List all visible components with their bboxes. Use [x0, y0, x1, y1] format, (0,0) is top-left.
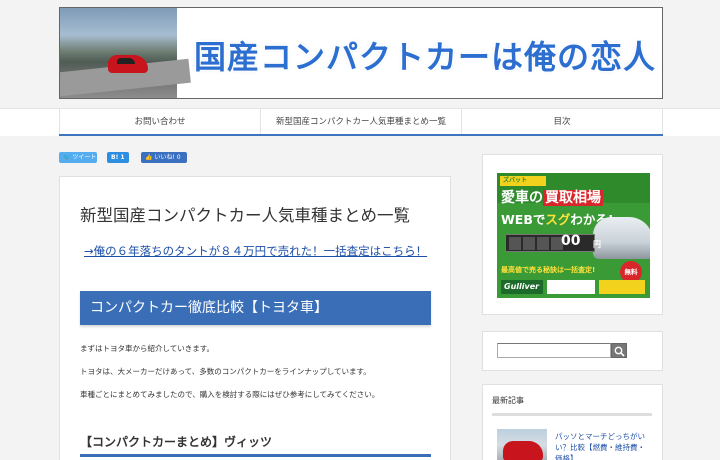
twitter-share-label: ツイート — [72, 154, 97, 161]
facebook-like-count: 0 — [176, 154, 181, 161]
recent-posts-heading: 最新記事 — [492, 395, 652, 416]
search-widget — [482, 331, 663, 371]
paragraph-1: まずはトヨタ車から紹介していきます。 — [80, 344, 215, 353]
hatena-bookmark-button[interactable]: B! 1 — [107, 152, 129, 163]
gulliver-logo: Gulliver — [501, 280, 543, 294]
ad-car-image — [593, 217, 650, 259]
nav-item-toc[interactable]: 目次 — [461, 109, 663, 134]
recent-post-link[interactable]: パッソとマーチどっちがいい？比較【燃費・維持費・価格】 — [555, 431, 651, 460]
ad-headline-highlight: 買取相場 — [543, 190, 603, 206]
nav-menu: お問い合わせ 新型国産コンパクトカー人気車種まとめ一覧 目次 — [59, 109, 663, 136]
recent-posts-widget: 最新記事 パッソとマーチどっちがいい？比較【燃費・維持費・価格】 — [482, 384, 663, 460]
article-card: 新型国産コンパクトカー人気車種まとめ一覧 →俺の６年落ちのタントが８４万円で売れ… — [59, 176, 451, 460]
ad-logo-3 — [599, 280, 645, 294]
search-button[interactable] — [611, 343, 627, 358]
recent-post-thumbnail[interactable] — [497, 429, 547, 460]
ad-tagline: 最高値で売る秘訣は一括査定! — [501, 266, 596, 274]
search-icon — [614, 346, 625, 357]
nav-item-contact[interactable]: お問い合わせ — [59, 109, 260, 134]
twitter-icon: 🐦 — [63, 154, 71, 161]
site-title[interactable]: 国産コンパクトカーは俺の恋人 — [194, 32, 656, 78]
hatena-label: B! — [111, 154, 119, 161]
header-banner[interactable]: 国産コンパクトカーは俺の恋人 — [59, 7, 663, 99]
counter-digit — [523, 237, 535, 250]
twitter-share-button[interactable]: 🐦 ツイート — [59, 152, 97, 163]
banner-car-photo — [60, 8, 191, 98]
ad-headline-pre: 愛車の — [501, 190, 543, 206]
nav-item-summary[interactable]: 新型国産コンパクトカー人気車種まとめ一覧 — [260, 109, 461, 134]
ad-logo-2 — [547, 280, 595, 294]
thumbs-up-icon: 👍 — [145, 154, 153, 161]
promo-link[interactable]: →俺の６年落ちのタントが８４万円で売れた！一括査定はこちら！ — [84, 243, 427, 259]
search-input[interactable] — [497, 343, 611, 358]
counter-digit — [509, 237, 521, 250]
section-heading: コンパクトカー徹底比較【トヨタ車】 — [80, 291, 431, 325]
page-title: 新型国産コンパクトカー人気車種まとめ一覧 — [80, 206, 410, 225]
ad-headline: 愛車の 買取相場 — [501, 187, 603, 207]
ad-badge: ズバット — [500, 176, 546, 186]
counter-digit — [537, 237, 549, 250]
facebook-like-button[interactable]: 👍 いいね! 0 — [141, 152, 187, 163]
hatena-count: 1 — [120, 154, 125, 161]
sidebar-ad-widget: ズバット 愛車の 買取相場 WEBでスグわかる! 00 円 無料 最高値で売る秘訣… — [482, 154, 663, 315]
thumbnail-car-shape — [503, 441, 543, 460]
ad-counter-value: 00 — [561, 233, 581, 249]
global-nav: お問い合わせ 新型国産コンパクトカー人気車種まとめ一覧 目次 — [0, 108, 720, 136]
paragraph-3: 車種ごとにまとめてみましたので、購入を検討する際にはぜひ参考にしてみてください。 — [80, 390, 380, 399]
ad-yen: 円 — [593, 240, 601, 249]
ad-subline-pre: WEBで — [501, 212, 546, 227]
car-appraisal-ad[interactable]: ズバット 愛車の 買取相場 WEBでスグわかる! 00 円 無料 最高値で売る秘訣… — [497, 173, 650, 298]
facebook-like-label: いいね! — [154, 154, 175, 161]
subsection-heading: 【コンパクトカーまとめ】ヴィッツ — [80, 433, 431, 457]
car-shape — [108, 55, 148, 73]
ad-subline-highlight: スグ — [545, 212, 571, 227]
ad-price-counter — [505, 234, 595, 252]
paragraph-2: トヨタは、大メーカーだけあって、多数のコンパクトカーをラインナップしています。 — [80, 367, 371, 376]
